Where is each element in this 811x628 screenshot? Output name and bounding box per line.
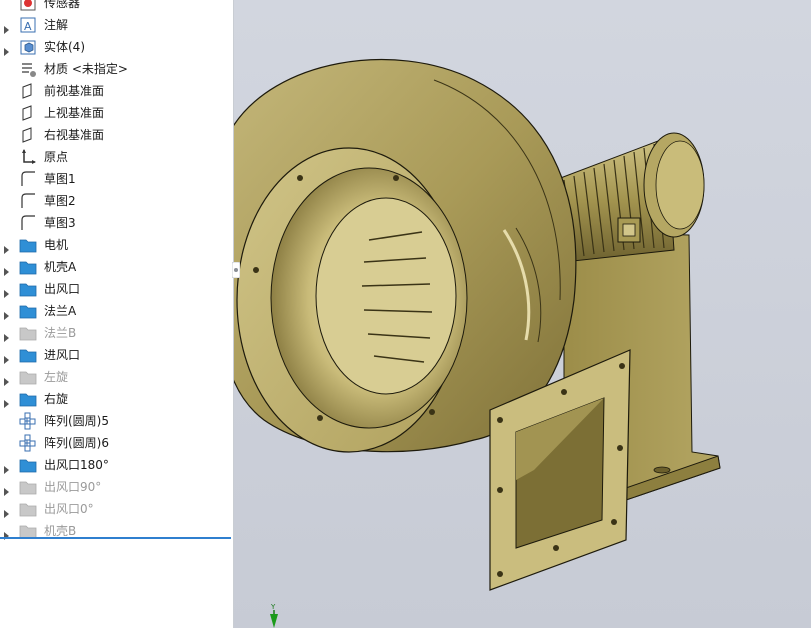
expand-chevron-icon[interactable]	[3, 284, 11, 298]
tree-item-label: 注解	[44, 18, 69, 32]
expand-chevron-icon[interactable]	[3, 20, 11, 34]
tree-item[interactable]: 草图2	[0, 190, 233, 212]
expand-chevron-icon[interactable]	[3, 240, 11, 254]
tree-item[interactable]: 右视基准面	[0, 124, 233, 146]
expand-chevron-icon[interactable]	[3, 504, 11, 518]
plane-icon	[19, 126, 37, 144]
tree-item[interactable]: 出风口180°	[0, 454, 233, 476]
tree-item[interactable]: 机壳A	[0, 256, 233, 278]
tree-item[interactable]: 材质 <未指定>	[0, 58, 233, 80]
tree-rollback-bar[interactable]	[0, 537, 231, 539]
folder-icon	[19, 500, 37, 518]
triad-y-label: Y	[270, 603, 276, 611]
model-view[interactable]: Y	[234, 0, 811, 628]
material-icon	[19, 60, 37, 78]
view-triad[interactable]: Y	[270, 603, 278, 628]
tree-item-label: 传感器	[44, 0, 81, 10]
sketch-icon	[19, 170, 37, 188]
expand-chevron-icon[interactable]	[3, 482, 11, 496]
folder-icon	[19, 324, 37, 342]
tree-item-label: 右旋	[44, 392, 69, 406]
tree-item-label: 实体(4)	[44, 40, 85, 54]
expand-chevron-icon[interactable]	[3, 350, 11, 364]
folder-icon	[19, 258, 37, 276]
tree-item[interactable]: A 注解	[0, 14, 233, 36]
graphics-viewport[interactable]: Y	[234, 0, 811, 628]
tree-item[interactable]: 传感器	[0, 0, 233, 14]
tree-item-label: 上视基准面	[44, 106, 105, 120]
sketch-icon	[19, 214, 37, 232]
tree-item-label: 出风口180°	[44, 458, 109, 472]
tree-item[interactable]: 右旋	[0, 388, 233, 410]
tree-item[interactable]: 阵列(圆周)6	[0, 432, 233, 454]
tree-item-label: 前视基准面	[44, 84, 105, 98]
tree-item[interactable]: 原点	[0, 146, 233, 168]
annotation-icon: A	[19, 16, 37, 34]
tree-item-label: 法兰B	[44, 326, 77, 340]
tree-item-label: 出风口	[44, 282, 81, 296]
expand-chevron-icon[interactable]	[3, 262, 11, 276]
tree-item-label: 左旋	[44, 370, 69, 384]
tree-item[interactable]: 出风口0°	[0, 498, 233, 520]
sensor-icon	[19, 0, 37, 12]
tree-item[interactable]: 上视基准面	[0, 102, 233, 124]
tree-item[interactable]: 出风口90°	[0, 476, 233, 498]
tree-item-label: 阵列(圆周)6	[44, 436, 109, 450]
plane-icon	[19, 104, 37, 122]
folder-icon	[19, 390, 37, 408]
sketch-icon	[19, 192, 37, 210]
tree-item-label: 电机	[44, 238, 69, 252]
panel-collapse-handle[interactable]	[232, 262, 240, 278]
tree-item-label: 原点	[44, 150, 69, 164]
folder-icon	[19, 280, 37, 298]
tree-item[interactable]: 草图3	[0, 212, 233, 234]
tree-item-label: 材质 <未指定>	[44, 62, 128, 76]
tree-item-label: 进风口	[44, 348, 81, 362]
tree-item-label: 法兰A	[44, 304, 77, 318]
circular-pattern-icon	[19, 412, 37, 430]
expand-chevron-icon[interactable]	[3, 42, 11, 56]
feature-manager-tree[interactable]: 传感器 A 注解实体(4) 材质 <未指定> 前视基准面上视基准面右视基准面原点草图1 草…	[0, 0, 234, 628]
expand-chevron-icon[interactable]	[3, 372, 11, 386]
tree-item-label: 草图2	[44, 194, 76, 208]
tree-item-label: 右视基准面	[44, 128, 105, 142]
folder-icon	[19, 478, 37, 496]
tree-item[interactable]: 前视基准面	[0, 80, 233, 102]
tree-item-label: 出风口0°	[44, 502, 94, 516]
tree-item[interactable]: 电机	[0, 234, 233, 256]
tree-item[interactable]: 法兰B	[0, 322, 233, 344]
tree-item[interactable]: 阵列(圆周)5	[0, 410, 233, 432]
folder-icon	[19, 456, 37, 474]
origin-icon	[19, 148, 37, 166]
tree-item[interactable]: 进风口	[0, 344, 233, 366]
svg-text:A: A	[24, 20, 32, 33]
expand-chevron-icon[interactable]	[3, 460, 11, 474]
expand-chevron-icon[interactable]	[3, 306, 11, 320]
folder-icon	[19, 236, 37, 254]
expand-chevron-icon[interactable]	[3, 328, 11, 342]
tree-item-label: 草图3	[44, 216, 76, 230]
folder-icon	[19, 368, 37, 386]
tree-item[interactable]: 法兰A	[0, 300, 233, 322]
expand-chevron-icon[interactable]	[3, 526, 11, 540]
tree-item[interactable]: 草图1	[0, 168, 233, 190]
tree-item-label: 草图1	[44, 172, 76, 186]
folder-icon	[19, 346, 37, 364]
tree-item-label: 机壳A	[44, 260, 77, 274]
tree-item-label: 阵列(圆周)5	[44, 414, 109, 428]
folder-icon	[19, 302, 37, 320]
plane-icon	[19, 82, 37, 100]
tree-item[interactable]: 出风口	[0, 278, 233, 300]
tree-item[interactable]: 左旋	[0, 366, 233, 388]
tree-item-label: 出风口90°	[44, 480, 102, 494]
solid-bodies-icon	[19, 38, 37, 56]
circular-pattern-icon	[19, 434, 37, 452]
expand-chevron-icon[interactable]	[3, 394, 11, 408]
tree-item[interactable]: 实体(4)	[0, 36, 233, 58]
